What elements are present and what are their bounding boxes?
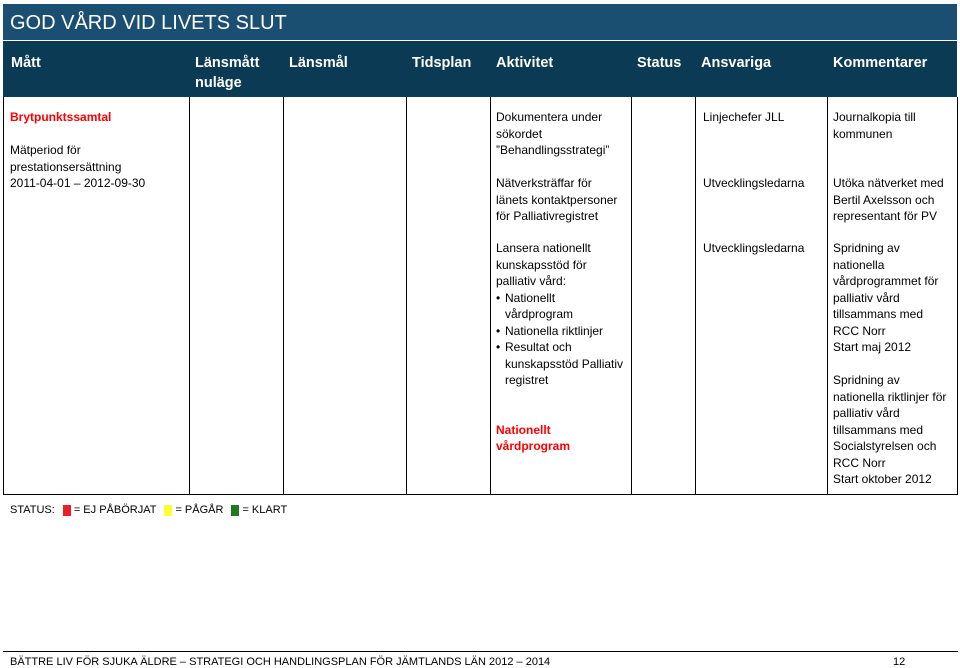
bullet-icon: • <box>496 290 501 305</box>
row1-kommentarer-cell: Journalkopia till kommunen Utöka nätverk… <box>833 110 944 223</box>
status-done-label: = KLART <box>242 504 288 516</box>
list-item: • Resultat och kunskapsstöd Palliativ re… <box>496 340 624 387</box>
highlight-label: vårdprogram <box>496 439 571 453</box>
header-kommentarer: Kommentarer <box>833 55 928 71</box>
header-lansmatt-nulage: Länsmått nuläge <box>195 55 260 91</box>
knowledge-support-list: • Nationellt vårdprogram • Nationella ri… <box>496 290 629 389</box>
header-aktivitet: Aktivitet <box>496 55 554 71</box>
table-bottom-border <box>3 494 958 495</box>
table-border <box>3 97 4 495</box>
measure-title: Brytpunktssamtal <box>10 110 112 124</box>
column-divider <box>283 97 284 495</box>
header-tidsplan: Tidsplan <box>412 55 472 71</box>
footer-divider <box>3 651 958 652</box>
page-title: GOD VÅRD VID LIVETS SLUT <box>3 4 957 40</box>
header-status: Status <box>637 55 682 71</box>
yellow-status-swatch <box>164 504 173 516</box>
column-divider <box>490 97 491 495</box>
green-status-swatch <box>231 504 240 516</box>
status-legend-label: STATUS: <box>10 504 55 516</box>
table-header: Mått Länsmått nuläge Länsmål Tidsplan Ak… <box>3 41 957 97</box>
status-not-started-label: = EJ PÅBÖRJAT <box>73 504 157 516</box>
column-divider <box>189 97 190 495</box>
table-border <box>957 97 958 495</box>
header-matt: Mått <box>11 55 41 71</box>
row2-kommentarer-cell: Spridning av nationella vårdprogrammet f… <box>833 241 947 486</box>
highlight-label: Nationellt <box>496 422 551 437</box>
row1-ansvariga-cell: Linjechefer JLL Utvecklingsledarna <box>703 110 805 190</box>
row2-aktivitet-cell: Lansera nationellt kunskapsstöd för pall… <box>496 240 629 455</box>
red-status-swatch <box>62 504 71 516</box>
column-divider <box>827 97 828 495</box>
column-divider <box>695 97 696 495</box>
column-divider <box>631 97 632 495</box>
bullet-icon: • <box>496 323 501 338</box>
bullet-icon: • <box>496 340 501 354</box>
row1-aktivitet-cell: Dokumentera under sökordet ”Behandlingss… <box>496 110 618 223</box>
status-in-progress-label: = PÅGÅR <box>175 504 224 516</box>
header-ansvariga: Ansvariga <box>701 55 772 71</box>
column-divider <box>406 97 407 495</box>
list-item: • Nationella riktlinjer <box>496 323 604 338</box>
header-lansmal: Länsmål <box>289 55 348 71</box>
action-table: Brytpunktssamtal Mätperiod för prestatio… <box>3 97 958 495</box>
row1-matt-cell: Brytpunktssamtal Mätperiod för prestatio… <box>10 109 186 192</box>
status-legend: STATUS: = EJ PÅBÖRJAT = PÅGÅR = KLART <box>10 503 287 517</box>
list-item: • Nationellt vårdprogram <box>496 290 574 322</box>
row2-ansvariga-cell: Utvecklingsledarna <box>703 241 805 255</box>
page-number: 12 <box>893 656 906 668</box>
footer-title: BÄTTRE LIV FÖR SJUKA ÄLDRE – STRATEGI OC… <box>10 656 551 668</box>
